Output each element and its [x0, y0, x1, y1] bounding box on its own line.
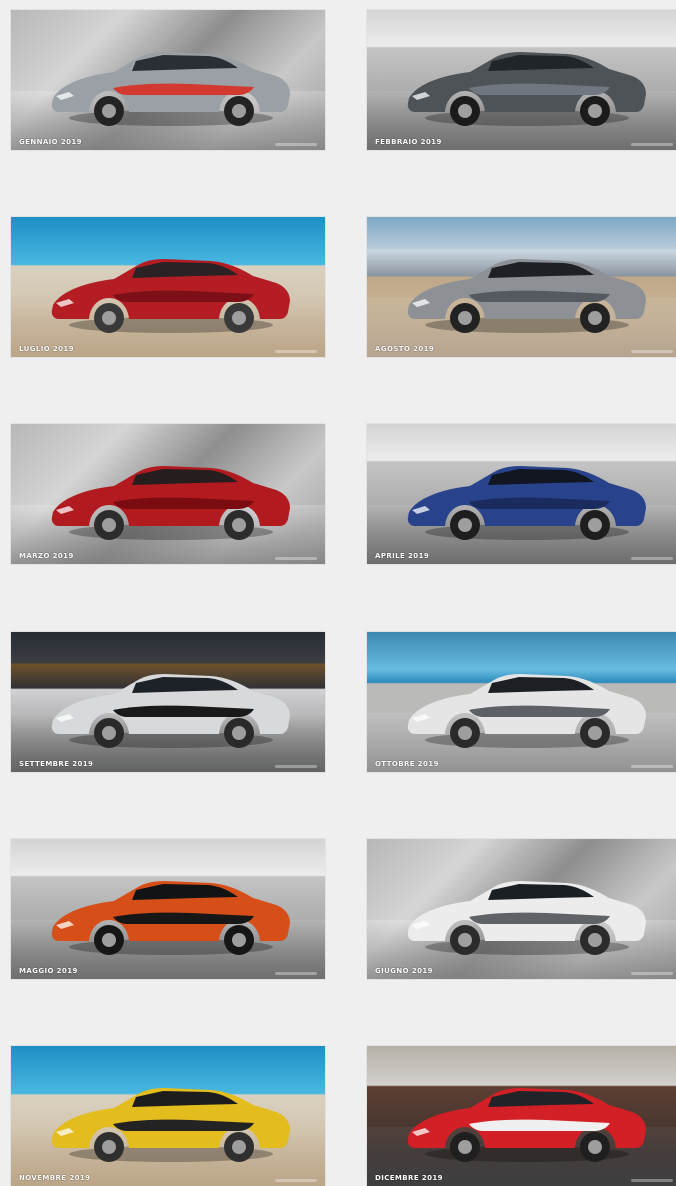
- watermark-strip: [275, 765, 317, 768]
- month-label: OTTOBRE 2019: [375, 760, 439, 768]
- front-rim: [102, 726, 116, 740]
- front-rim: [102, 933, 116, 947]
- month-card-4[interactable]: AGOSTO 2019: [367, 217, 676, 357]
- car-image: [51, 52, 291, 126]
- watermark-strip: [275, 350, 317, 353]
- front-rim: [458, 311, 472, 325]
- month-card-5[interactable]: MARZO 2019: [11, 424, 325, 564]
- front-rim: [458, 518, 472, 532]
- month-card-12[interactable]: DICEMBRE 2019: [367, 1046, 676, 1186]
- rear-rim: [232, 311, 246, 325]
- car-image: [407, 674, 646, 748]
- month-label: DICEMBRE 2019: [375, 1174, 443, 1182]
- month-card-2[interactable]: FEBBRAIO 2019: [367, 10, 676, 150]
- watermark-strip: [631, 765, 673, 768]
- front-rim: [102, 1140, 116, 1154]
- rear-rim: [588, 518, 602, 532]
- month-card-8[interactable]: OTTOBRE 2019: [367, 632, 676, 772]
- front-rim: [458, 726, 472, 740]
- month-label: MAGGIO 2019: [19, 967, 78, 975]
- watermark-strip: [275, 143, 317, 146]
- rear-rim: [232, 933, 246, 947]
- car-image: [51, 1088, 291, 1162]
- month-label: FEBBRAIO 2019: [375, 138, 442, 146]
- car-image: [51, 881, 291, 955]
- front-rim: [458, 933, 472, 947]
- car-image: [407, 466, 646, 540]
- rear-rim: [232, 104, 246, 118]
- rear-rim: [588, 1140, 602, 1154]
- car-image: [51, 259, 291, 333]
- rear-rim: [588, 311, 602, 325]
- month-label: NOVEMBRE 2019: [19, 1174, 91, 1182]
- car-image: [407, 259, 646, 333]
- car-image: [407, 52, 646, 126]
- calendar-grid: GENNAIO 2019 FEBBRAIO 2019 LUGLIO 2019 A…: [0, 0, 676, 1186]
- rear-rim: [232, 518, 246, 532]
- front-rim: [458, 1140, 472, 1154]
- front-rim: [102, 311, 116, 325]
- watermark-strip: [275, 1179, 317, 1182]
- month-card-9[interactable]: MAGGIO 2019: [11, 839, 325, 979]
- month-label: LUGLIO 2019: [19, 345, 74, 353]
- month-label: APRILE 2019: [375, 552, 430, 560]
- month-card-6[interactable]: APRILE 2019: [367, 424, 676, 564]
- month-label: GIUGNO 2019: [375, 967, 433, 975]
- front-rim: [458, 104, 472, 118]
- month-label: GENNAIO 2019: [19, 138, 82, 146]
- month-card-11[interactable]: NOVEMBRE 2019: [11, 1046, 325, 1186]
- month-card-1[interactable]: GENNAIO 2019: [11, 10, 325, 150]
- watermark-strip: [631, 972, 673, 975]
- rear-rim: [232, 726, 246, 740]
- car-image: [407, 881, 646, 955]
- rear-rim: [588, 933, 602, 947]
- watermark-strip: [631, 350, 673, 353]
- month-card-3[interactable]: LUGLIO 2019: [11, 217, 325, 357]
- car-image: [51, 466, 291, 540]
- month-label: AGOSTO 2019: [375, 345, 435, 353]
- watermark-strip: [275, 557, 317, 560]
- front-rim: [102, 518, 116, 532]
- month-card-10[interactable]: GIUGNO 2019: [367, 839, 676, 979]
- car-image: [51, 674, 291, 748]
- watermark-strip: [631, 143, 673, 146]
- month-card-7[interactable]: SETTEMBRE 2019: [11, 632, 325, 772]
- car-image: [407, 1088, 646, 1162]
- front-rim: [102, 104, 116, 118]
- rear-rim: [588, 104, 602, 118]
- watermark-strip: [631, 557, 673, 560]
- rear-rim: [588, 726, 602, 740]
- month-label: MARZO 2019: [19, 552, 74, 560]
- month-label: SETTEMBRE 2019: [19, 760, 94, 768]
- watermark-strip: [275, 972, 317, 975]
- rear-rim: [232, 1140, 246, 1154]
- watermark-strip: [631, 1179, 673, 1182]
